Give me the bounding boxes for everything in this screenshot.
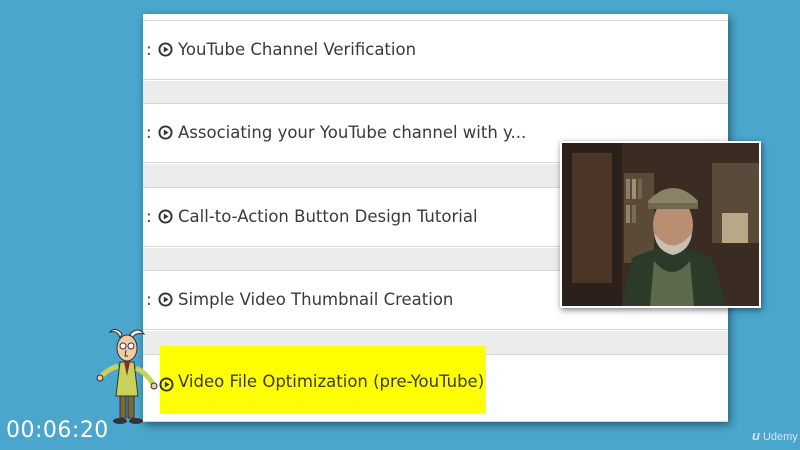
presenter-video-frame [562,143,759,306]
udemy-logo-mark: u [752,428,760,443]
lesson-title-highlighted[interactable]: Video File Optimization (pre-YouTube) [178,352,484,412]
professor-mascot-icon [96,328,158,424]
lesson-prefix: : [146,207,152,227]
lesson-title: YouTube Channel Verification [178,40,417,59]
lesson-prefix: : [146,290,152,310]
video-timestamp: 00:06:20 [6,418,109,443]
lesson-title: Associating your YouTube channel with y.… [178,123,527,142]
lesson-divider [143,81,728,105]
presenter-webcam [560,141,761,308]
play-circle-icon [158,209,173,224]
udemy-logo-text: Udemy [762,431,798,443]
lesson-prefix: : [146,40,152,60]
play-circle-icon [158,292,173,307]
lesson-item[interactable]: : YouTube Channel Verification [143,20,728,80]
udemy-watermark: u Udemy [752,428,798,443]
play-circle-icon [159,377,174,392]
lesson-prefix: : [146,123,152,143]
lesson-title: Simple Video Thumbnail Creation [178,290,454,309]
lesson-title: Call-to-Action Button Design Tutorial [178,207,478,226]
play-circle-icon [158,42,173,57]
play-circle-icon [158,125,173,140]
